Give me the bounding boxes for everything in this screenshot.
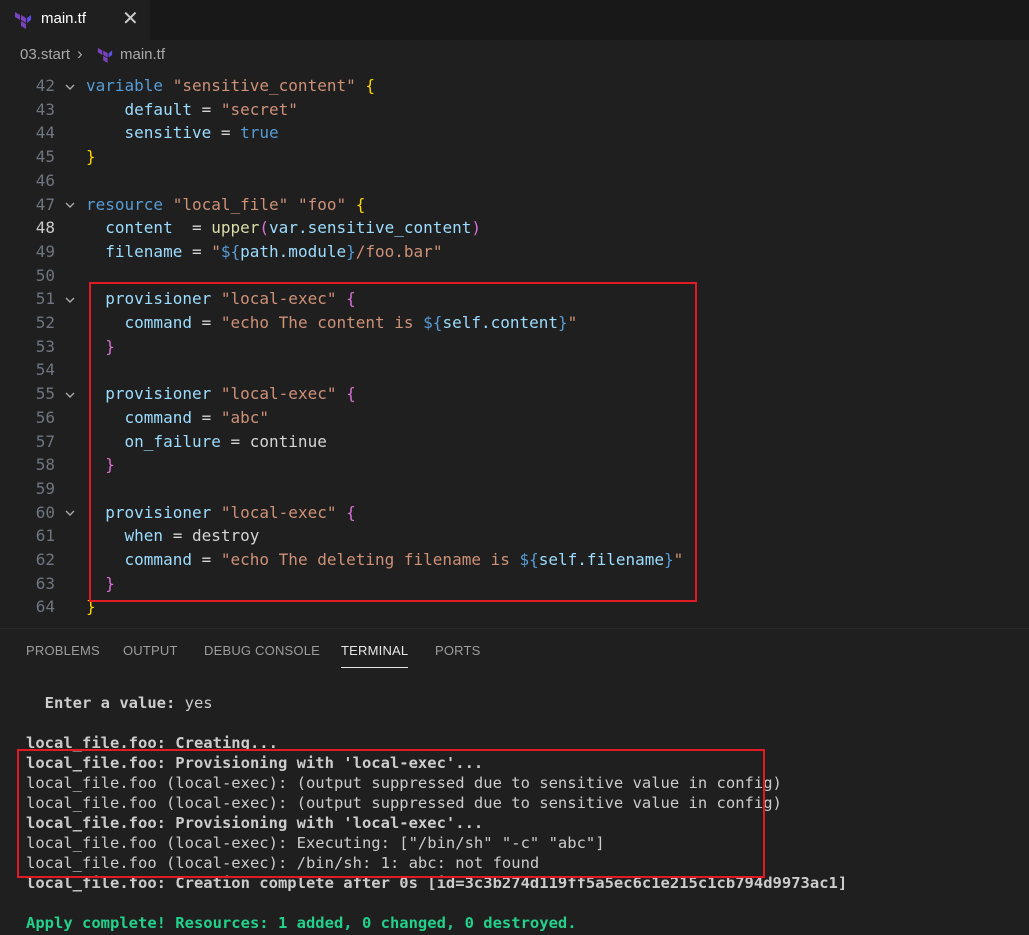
- code-text: sensitive = true: [124, 123, 279, 143]
- code-line[interactable]: 49 filename = "${path.module}/foo.bar": [0, 240, 1029, 264]
- line-number: 48: [35, 218, 55, 238]
- line-number: 43: [35, 99, 55, 119]
- fold-chevron-icon[interactable]: [64, 382, 76, 406]
- tab-output[interactable]: OUTPUT: [123, 643, 178, 658]
- tab-debug-console[interactable]: DEBUG CONSOLE: [204, 643, 320, 658]
- line-number: 58: [35, 455, 55, 475]
- annotation-highlight-box: [17, 749, 765, 878]
- code-line[interactable]: 48 content = upper(var.sensitive_content…: [0, 216, 1029, 240]
- tab-problems[interactable]: PROBLEMS: [26, 643, 100, 658]
- line-number: 56: [35, 407, 55, 427]
- tab-main-tf[interactable]: main.tf ✕: [0, 0, 150, 40]
- chevron-right-icon: ›: [77, 44, 83, 63]
- code-line[interactable]: 42 variable "sensitive_content" {: [0, 74, 1029, 98]
- line-number: 60: [35, 502, 55, 522]
- tab-terminal[interactable]: TERMINAL: [341, 643, 409, 668]
- line-number: 50: [35, 265, 55, 285]
- code-line[interactable]: 44 sensitive = true: [0, 121, 1029, 145]
- terminal-prompt-line: Enter a value: yes: [26, 693, 213, 713]
- line-number: 51: [35, 289, 55, 309]
- line-number: 55: [35, 384, 55, 404]
- breadcrumb-file[interactable]: main.tf: [120, 46, 165, 63]
- line-number: 59: [35, 478, 55, 498]
- code-text: resource "local_file" "foo" {: [86, 194, 366, 214]
- line-number: 49: [35, 241, 55, 261]
- code-text: variable "sensitive_content" {: [86, 76, 376, 95]
- prompt-label: Enter a value:: [26, 694, 176, 712]
- code-text: }: [86, 147, 96, 167]
- fold-chevron-icon[interactable]: [64, 501, 76, 525]
- breadcrumb: 03.start › main.tf: [0, 40, 1029, 72]
- line-number: 46: [35, 170, 55, 190]
- fold-chevron-icon[interactable]: [64, 193, 76, 217]
- terraform-icon: [97, 47, 113, 63]
- line-number: 47: [35, 194, 55, 214]
- annotation-highlight-box: [89, 282, 697, 602]
- code-line[interactable]: 45}: [0, 145, 1029, 169]
- prompt-answer: yes: [175, 694, 213, 712]
- line-number: 52: [35, 313, 55, 332]
- code-text: default = "secret": [124, 99, 298, 119]
- line-number: 61: [35, 526, 55, 546]
- breadcrumb-folder[interactable]: 03.start: [20, 46, 70, 63]
- editor-tab-bar: main.tf ✕: [0, 0, 1029, 40]
- line-number: 64: [35, 597, 55, 617]
- tab-label: main.tf: [41, 10, 87, 27]
- code-line[interactable]: 47 resource "local_file" "foo" {: [0, 193, 1029, 217]
- tab-ports[interactable]: PORTS: [435, 643, 481, 658]
- terraform-icon: [15, 12, 31, 29]
- line-number: 62: [35, 550, 55, 569]
- line-number: 44: [35, 123, 55, 143]
- fold-chevron-icon[interactable]: [64, 74, 76, 98]
- line-number: 63: [35, 573, 55, 593]
- fold-chevron-icon[interactable]: [64, 287, 76, 311]
- code-text: filename = "${path.module}/foo.bar": [105, 241, 443, 261]
- line-number: 45: [35, 147, 55, 167]
- line-number: 54: [35, 360, 55, 380]
- terminal-text: Apply complete! Resources: 1 added, 0 ch…: [26, 914, 577, 932]
- code-line[interactable]: 46: [0, 169, 1029, 193]
- terminal-apply-complete: Apply complete! Resources: 1 added, 0 ch…: [26, 913, 577, 933]
- code-line[interactable]: 43 default = "secret": [0, 98, 1029, 122]
- line-number: 42: [35, 76, 55, 95]
- line-number: 53: [35, 336, 55, 356]
- line-number: 57: [35, 431, 55, 451]
- code-text: content = upper(var.sensitive_content): [105, 218, 481, 238]
- close-icon[interactable]: ✕: [122, 7, 139, 31]
